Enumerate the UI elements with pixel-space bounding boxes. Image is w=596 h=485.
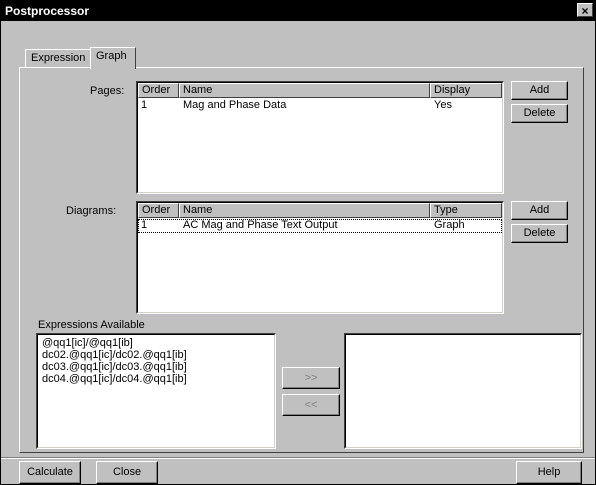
tab-expression-label: Expression (31, 52, 86, 64)
tab-graph-label: Graph (96, 50, 127, 62)
pages-col-name[interactable]: Name (179, 83, 430, 98)
list-item[interactable]: @qq1[ic]/@qq1[ib] (42, 337, 133, 349)
selected-expressions-list[interactable] (344, 333, 582, 449)
move-right-button[interactable]: >> (282, 367, 340, 389)
diagrams-delete-button[interactable]: Delete (511, 224, 568, 243)
calculate-button[interactable]: Calculate (19, 461, 81, 484)
footer-separator (1, 457, 595, 459)
tab-graph[interactable]: Graph (90, 47, 136, 69)
move-left-button[interactable]: << (282, 394, 340, 416)
pages-delete-button[interactable]: Delete (511, 104, 568, 123)
title-bar[interactable]: Postprocessor × (1, 1, 595, 21)
diagrams-row-order: 1 (141, 219, 148, 231)
pages-label: Pages: (90, 85, 125, 97)
diagrams-col-order[interactable]: Order (138, 203, 179, 218)
graph-tab-panel: Pages: Order Name Display 1 Mag and Phas… (19, 67, 584, 453)
pages-row-order: 1 (141, 99, 148, 111)
diagrams-add-button[interactable]: Add (511, 201, 568, 220)
pages-col-order[interactable]: Order (138, 83, 179, 98)
diagrams-col-name[interactable]: Name (179, 203, 430, 218)
postprocessor-window: Postprocessor × Expression Graph Pages: … (0, 0, 596, 485)
list-item[interactable]: dc04.@qq1[ic]/dc04.@qq1[ib] (42, 373, 187, 385)
diagrams-col-type[interactable]: Type (430, 203, 502, 218)
diagrams-row-name: AC Mag and Phase Text Output (183, 219, 338, 231)
tab-expression[interactable]: Expression (25, 49, 91, 68)
pages-add-button[interactable]: Add (511, 81, 568, 100)
selected-expressions-list-frame (345, 334, 581, 448)
pages-col-display[interactable]: Display (430, 83, 502, 98)
pages-list[interactable]: Order Name Display 1 Mag and Phase Data … (136, 81, 504, 194)
close-button[interactable]: Close (96, 461, 158, 484)
help-button[interactable]: Help (516, 461, 582, 484)
calculate-button-label: Calculate (27, 466, 73, 478)
window-title: Postprocessor (5, 4, 90, 18)
list-item[interactable]: dc03.@qq1[ic]/dc03.@qq1[ib] (42, 361, 187, 373)
close-button-label: Close (112, 466, 142, 478)
diagrams-label: Diagrams: (66, 205, 117, 217)
close-icon[interactable]: × (577, 3, 593, 18)
expressions-label: Expressions Available (38, 319, 145, 331)
list-item[interactable]: dc02.@qq1[ic]/dc02.@qq1[ib] (42, 349, 187, 361)
table-row[interactable]: 1 Mag and Phase Data Yes (138, 99, 502, 113)
pages-row-name: Mag and Phase Data (183, 99, 287, 111)
help-button-label: Help (537, 466, 561, 478)
diagrams-list[interactable]: Order Name Type 1 AC Mag and Phase Text … (136, 201, 504, 314)
table-row[interactable]: 1 AC Mag and Phase Text Output Graph (138, 219, 502, 233)
diagrams-row-type: Graph (434, 219, 465, 231)
pages-row-display: Yes (434, 99, 452, 111)
expressions-list[interactable]: @qq1[ic]/@qq1[ib] dc02.@qq1[ic]/dc02.@qq… (36, 333, 276, 449)
